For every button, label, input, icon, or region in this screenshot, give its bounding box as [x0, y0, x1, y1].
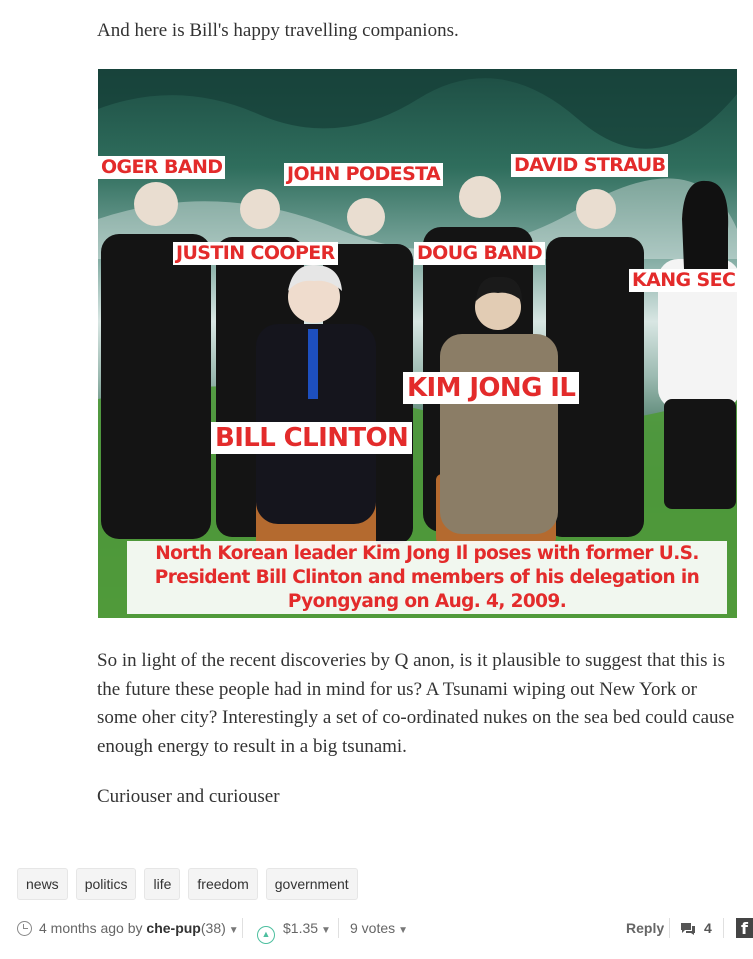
author-reputation: (38) [200, 920, 226, 936]
chevron-down-icon[interactable]: ▼ [321, 925, 331, 936]
label-john-podesta: JOHN PODESTA [284, 163, 444, 186]
tag-politics[interactable]: politics [75, 868, 137, 900]
comment-icon [681, 923, 695, 935]
label-justin-cooper: JUSTIN COOPER [173, 242, 338, 265]
label-bill-clinton: BILL CLINTON [211, 422, 413, 454]
clock-icon [17, 921, 32, 936]
group-photo-figures [98, 69, 737, 618]
label-kim-jong-il: KIM JONG IL [403, 372, 580, 404]
payout-group: ▲ $1.35 ▼ [257, 916, 331, 944]
tag-freedom[interactable]: freedom [188, 868, 258, 900]
label-kang: KANG SEC [629, 269, 737, 292]
votes-count[interactable]: 9 votes [350, 920, 395, 936]
label-roger-band: OGER BAND [98, 156, 226, 179]
closing-paragraph: Curiouser and curiouser [97, 786, 280, 807]
by-text: by [127, 920, 143, 936]
author-link[interactable]: che-pup [146, 920, 200, 936]
label-david-straub: DAVID STRAUB [511, 154, 669, 177]
caption-line: President Bill Clinton and members of hi… [154, 567, 700, 588]
tag-life[interactable]: life [144, 868, 181, 900]
post-footer: 4 months ago by che-pup(38) ▼ ▲ $1.35 ▼ 9 v… [17, 916, 753, 944]
tag-list: news politics life freedom government [17, 868, 358, 900]
tag-news[interactable]: news [17, 868, 68, 900]
post-time[interactable]: 4 months ago [39, 920, 124, 936]
divider [723, 918, 724, 938]
photo-caption: North Korean leader Kim Jong Il poses wi… [127, 541, 727, 614]
chevron-down-icon[interactable]: ▼ [398, 925, 408, 936]
post-image[interactable]: OGER BAND JOHN PODESTA DAVID STRAUB JUST… [98, 69, 737, 618]
caption-line: Pyongyang on Aug. 4, 2009. [287, 591, 567, 612]
chevron-down-icon[interactable]: ▼ [229, 925, 239, 936]
votes-group: 9 votes ▼ [350, 916, 408, 940]
post-meta: 4 months ago by che-pup(38) ▼ [17, 916, 239, 940]
comments-link[interactable]: 4 [680, 916, 712, 940]
divider [338, 918, 339, 938]
divider [669, 918, 670, 938]
body-paragraph: So in light of the recent discoveries by… [97, 650, 735, 757]
label-doug-band: DOUG BAND [414, 242, 546, 265]
caption-line: North Korean leader Kim Jong Il poses wi… [155, 543, 699, 564]
payout-value[interactable]: $1.35 [283, 920, 318, 936]
tag-government[interactable]: government [265, 868, 358, 900]
reply-button[interactable]: Reply [626, 916, 664, 940]
divider [242, 918, 243, 938]
upvote-icon[interactable]: ▲ [257, 926, 275, 944]
comment-count: 4 [704, 920, 712, 936]
intro-paragraph: And here is Bill's happy travelling comp… [97, 20, 459, 41]
facebook-icon[interactable]: f [736, 918, 753, 938]
